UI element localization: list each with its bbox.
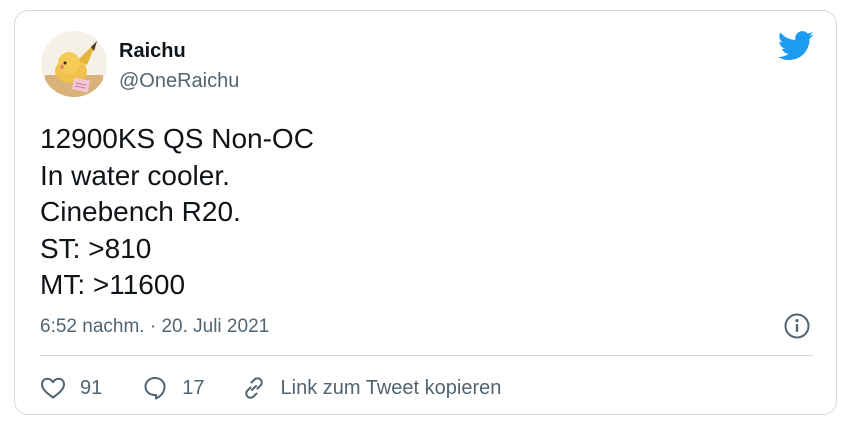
reply-count: 17 — [182, 376, 205, 399]
link-icon — [241, 375, 267, 401]
tweet-line: In water cooler. — [40, 159, 230, 191]
speech-bubble-icon — [142, 375, 168, 401]
raichu-avatar-image — [41, 31, 107, 97]
like-button[interactable]: 91 — [40, 376, 102, 400]
copy-link-label: Link zum Tweet kopieren — [280, 376, 502, 399]
tweet-timestamp[interactable]: 6:52 nachm. · 20. Juli 2021 — [40, 315, 269, 339]
tweet-line: MT: >11600 — [40, 269, 186, 300]
tweet-line: ST: >810 — [40, 232, 152, 264]
tweet-card[interactable]: Raichu @OneRaichu 12900KS QS Non-OC In w… — [14, 10, 837, 415]
author-handle[interactable]: @OneRaichu — [119, 69, 239, 93]
copy-link-button[interactable]: Link zum Tweet kopieren — [241, 375, 502, 401]
tweet-line: 12900KS QS Non-OC — [40, 123, 314, 154]
heart-icon — [40, 376, 66, 400]
tweet-actions: 91 17 Link zum Tweet kopieren — [40, 367, 501, 409]
reply-button[interactable]: 17 — [142, 375, 205, 401]
tweet-line: Cinebench R20. — [40, 196, 241, 227]
twitter-bird-icon[interactable] — [777, 31, 814, 61]
info-icon[interactable] — [784, 313, 810, 339]
author-avatar[interactable] — [41, 31, 107, 97]
like-count: 91 — [80, 376, 103, 399]
tweet-text: 12900KS QS Non-OC In water cooler. Cineb… — [40, 121, 800, 304]
author-name[interactable]: Raichu — [119, 39, 186, 63]
divider — [40, 355, 813, 356]
